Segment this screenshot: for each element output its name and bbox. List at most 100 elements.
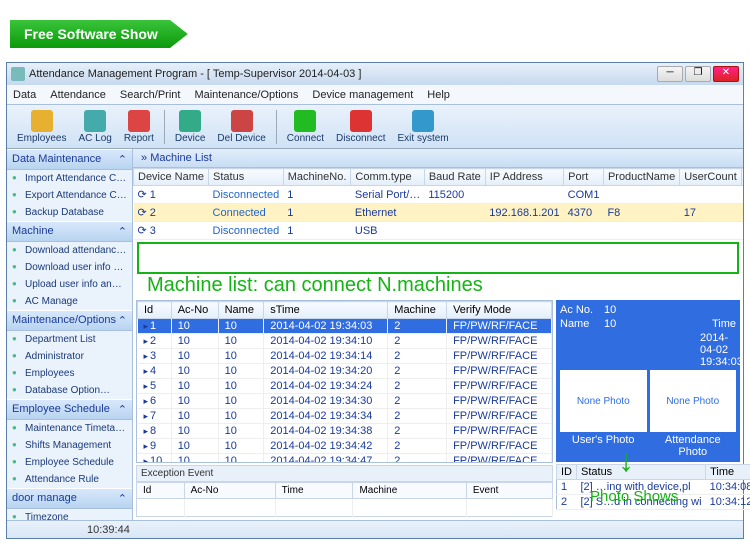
sidegroup-datamaintenance[interactable]: Data Maintenance⌃ [7,149,132,170]
exception-header: Exception Event [136,465,553,482]
sideitem-administrator[interactable]: Administrator [7,348,132,365]
menu-help[interactable]: Help [427,89,450,101]
attendance-log-table[interactable]: IdAc-NoNamesTimeMachineVerify Mode▸11010… [137,301,552,463]
sideitem-downloadattendance[interactable]: Download attendance logs [7,242,132,259]
log-col[interactable]: Ac-No [171,302,218,319]
ml-col[interactable]: UserCount [680,169,742,186]
sideitem-backupdatabase[interactable]: Backup Database [7,204,132,221]
toolbar-del-device[interactable]: Del Device [211,108,271,146]
menu-data[interactable]: Data [13,89,36,101]
minimize-button[interactable]: ─ [657,66,683,82]
sideitem-timezone[interactable]: Timezone [7,509,132,520]
machine-row[interactable]: ⟳ 3Disconnected1USB [134,222,744,240]
exception-table[interactable]: IdAc-NoTimeMachineEvent [136,482,553,517]
exc-col[interactable]: Machine [353,483,466,499]
status-col[interactable]: Status [577,465,706,480]
statusbar-time: 10:39:44 [87,524,130,536]
sideitem-acmanage[interactable]: AC Manage [7,293,132,310]
toolbar-device[interactable]: Device [169,108,212,146]
log-row[interactable]: ▸810102014-04-02 19:34:382FP/PW/RF/FACE [138,424,552,439]
close-button[interactable]: ✕ [713,66,739,82]
statusbar: 10:39:44 [7,520,743,538]
annotation-machine-list: Machine list: can connect N.machines [133,274,743,297]
status-col[interactable]: ID [557,465,577,480]
sideitem-databaseoption[interactable]: Database Option… [7,382,132,399]
arrow-icon: ↓ [618,442,634,479]
chevron-icon: ⌃ [118,314,127,327]
toolbar-disconnect[interactable]: Disconnect [330,108,391,146]
sidebar: Data Maintenance⌃Import Attendance Check… [7,149,133,520]
employees-icon [31,110,53,132]
photo-panel: Ac No.10 Name10Time 2014-04-02 19:34:03 … [556,300,740,517]
ac-log-icon [84,110,106,132]
ml-col[interactable]: Device Name [134,169,209,186]
menubar: Data Attendance Search/Print Maintenance/Op… [7,85,743,105]
attendance-photo: None Photo [650,370,737,432]
log-row[interactable]: ▸1010102014-04-02 19:34:472FP/PW/RF/FACE [138,454,552,464]
log-col[interactable]: Id [138,302,172,319]
chevron-icon: ⌃ [118,403,127,416]
chevron-icon: ⌃ [118,492,127,505]
sideitem-downloaduserinfoan[interactable]: Download user info and Fp [7,259,132,276]
chevron-icon: ⌃ [118,153,127,166]
toolbar-ac-log[interactable]: AC Log [72,108,117,146]
sideitem-shiftsmanagement[interactable]: Shifts Management [7,437,132,454]
device-icon [179,110,201,132]
log-col[interactable]: Name [218,302,264,319]
log-row[interactable]: ▸910102014-04-02 19:34:422FP/PW/RF/FACE [138,439,552,454]
main-area: » Machine List Device NameStatusMachineN… [133,149,743,520]
maximize-button[interactable]: ❐ [685,66,711,82]
log-row[interactable]: ▸510102014-04-02 19:34:242FP/PW/RF/FACE [138,379,552,394]
sideitem-employees[interactable]: Employees [7,365,132,382]
exc-col[interactable]: Id [137,483,185,499]
log-col[interactable]: Machine [388,302,447,319]
ml-col[interactable]: Admin Count [741,169,743,186]
sidegroup-maintenanceoptions[interactable]: Maintenance/Options⌃ [7,310,132,331]
sidegroup-doormanage[interactable]: door manage⌃ [7,488,132,509]
toolbar-employees[interactable]: Employees [11,108,72,146]
log-row[interactable]: ▸710102014-04-02 19:34:342FP/PW/RF/FACE [138,409,552,424]
sideitem-employeeschedule[interactable]: Employee Schedule [7,454,132,471]
ml-col[interactable]: ProductName [603,169,679,186]
log-row[interactable]: ▸410102014-04-02 19:34:202FP/PW/RF/FACE [138,364,552,379]
toolbar-report[interactable]: Report [118,108,160,146]
sidegroup-employeeschedule[interactable]: Employee Schedule⌃ [7,399,132,420]
sideitem-exportattendancech[interactable]: Export Attendance Checking … [7,187,132,204]
ml-col[interactable]: Baud Rate [424,169,485,186]
annotation-photo-shows: Photo Shows [590,488,678,505]
status-col[interactable]: Time [706,465,750,480]
machine-row[interactable]: ⟳ 2Connected1Ethernet192.168.1.2014370F8… [134,204,744,222]
exit-system-icon [412,110,434,132]
log-row[interactable]: ▸610102014-04-02 19:34:302FP/PW/RF/FACE [138,394,552,409]
log-row[interactable]: ▸310102014-04-02 19:34:142FP/PW/RF/FACE [138,349,552,364]
ml-col[interactable]: MachineNo. [283,169,351,186]
menu-maintenanceoptions[interactable]: Maintenance/Options [194,89,298,101]
machine-row[interactable]: ⟳ 1Disconnected1Serial Port/…115200COM1 [134,186,744,204]
log-col[interactable]: Verify Mode [447,302,552,319]
log-col[interactable]: sTime [264,302,388,319]
sideitem-attendancerule[interactable]: Attendance Rule [7,471,132,488]
ml-col[interactable]: Port [564,169,604,186]
sideitem-uploaduserinfoandf[interactable]: Upload user info and FP [7,276,132,293]
menu-searchprint[interactable]: Search/Print [120,89,181,101]
exc-col[interactable]: Event [466,483,552,499]
toolbar-connect[interactable]: Connect [281,108,330,146]
sidegroup-machine[interactable]: Machine⌃ [7,221,132,242]
disconnect-icon [350,110,372,132]
sideitem-maintenancetimetab[interactable]: Maintenance Timetables [7,420,132,437]
log-row[interactable]: ▸210102014-04-02 19:34:102FP/PW/RF/FACE [138,334,552,349]
ml-col[interactable]: Status [209,169,284,186]
toolbar-exit-system[interactable]: Exit system [392,108,455,146]
exc-col[interactable]: Ac-No [184,483,275,499]
menu-attendance[interactable]: Attendance [50,89,106,101]
sideitem-departmentlist[interactable]: Department List [7,331,132,348]
exc-col[interactable]: Time [275,483,353,499]
menu-devicemanagement[interactable]: Device management [312,89,413,101]
machine-list-table[interactable]: Device NameStatusMachineNo.Comm.typeBaud… [133,168,743,240]
ml-col[interactable]: Comm.type [351,169,424,186]
ml-col[interactable]: IP Address [485,169,563,186]
chevron-icon: ⌃ [118,225,127,238]
log-row[interactable]: ▸110102014-04-02 19:34:032FP/PW/RF/FACE [138,319,552,334]
sideitem-importattendancech[interactable]: Import Attendance Checking … [7,170,132,187]
machine-list-header: » Machine List [133,149,743,168]
